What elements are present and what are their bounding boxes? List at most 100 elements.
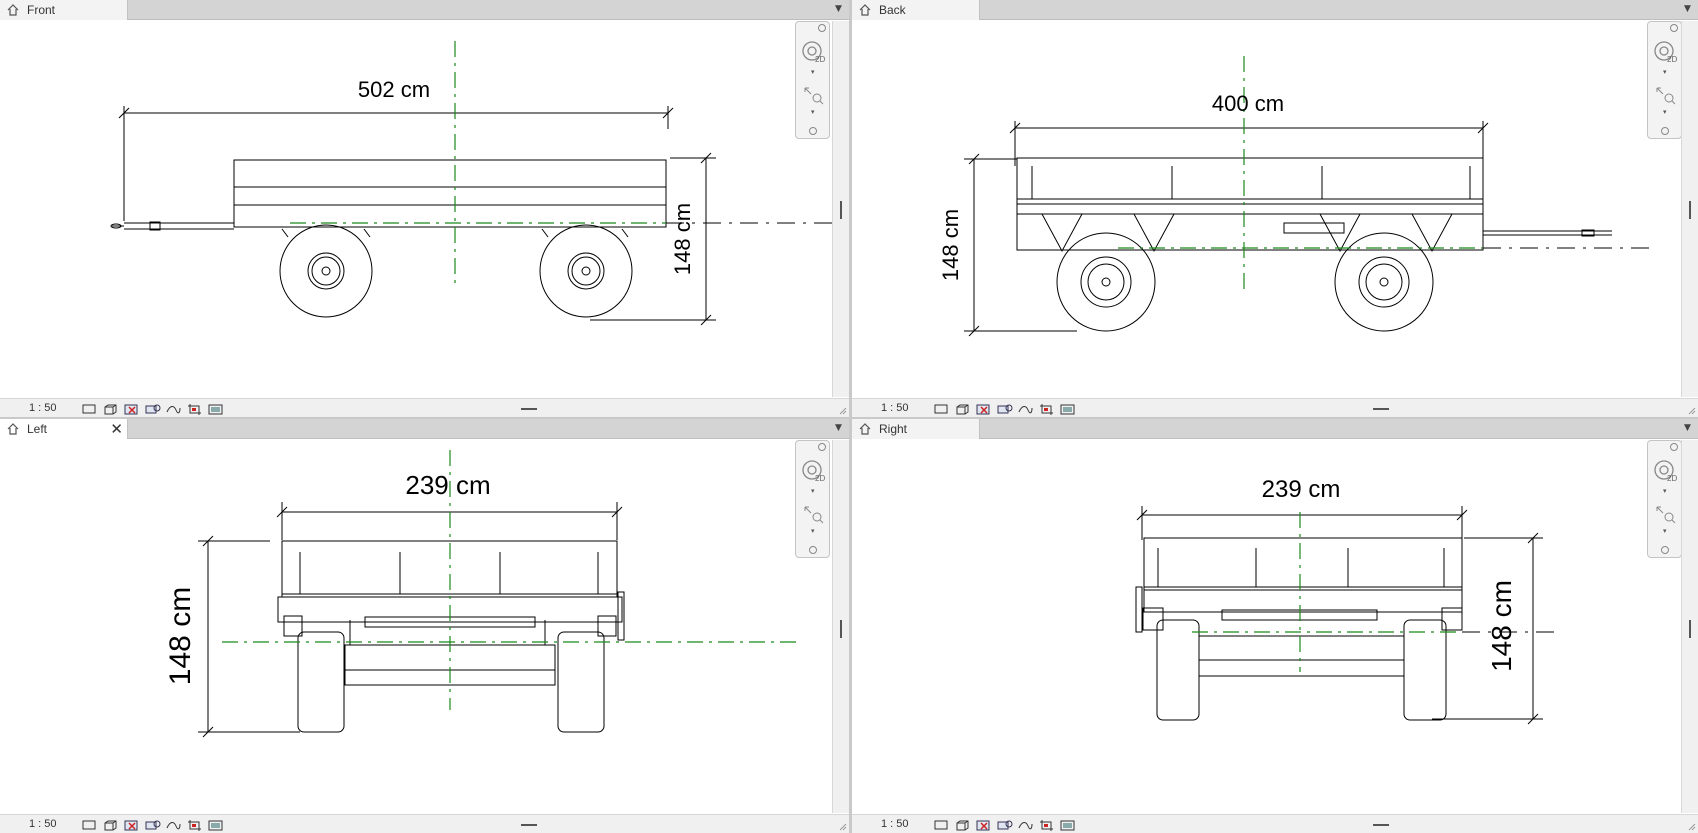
zoom-icon[interactable]: [803, 505, 825, 525]
show-crop-region-icon[interactable]: [186, 402, 203, 415]
viewport-menu-icon[interactable]: ▼: [835, 4, 845, 14]
options-icon[interactable]: [1661, 127, 1669, 135]
tab-bar: Right ▼: [852, 419, 1698, 439]
zoom-icon[interactable]: [803, 86, 825, 106]
close-icon[interactable]: [818, 24, 826, 32]
horizontal-scrollbar-thumb[interactable]: [521, 408, 537, 410]
close-icon[interactable]: [1670, 443, 1678, 451]
height-dimension-label: 148 cm: [670, 203, 695, 275]
temporary-hide-icon[interactable]: [207, 402, 224, 415]
view-control-icons: [933, 818, 1076, 831]
view-scale[interactable]: 1 : 50: [881, 818, 909, 830]
steering-wheel-icon[interactable]: 2D: [1653, 40, 1677, 64]
drawing-canvas[interactable]: 400 cm 148 cm: [852, 21, 1684, 397]
shadows-icon[interactable]: [996, 402, 1013, 414]
crop-view-icon[interactable]: [165, 818, 182, 830]
home-icon: [859, 423, 871, 435]
view-scale[interactable]: 1 : 50: [881, 402, 909, 414]
close-icon[interactable]: [818, 443, 826, 451]
tab-back[interactable]: Back: [852, 0, 980, 20]
chevron-down-icon[interactable]: ▾: [1663, 487, 1667, 495]
viewport-left[interactable]: Left ✕ ▼ 239 cm 148 cm 2D ▾ ▾ 1: 50: [0, 419, 849, 833]
temporary-hide-icon[interactable]: [1059, 818, 1076, 831]
close-tab-icon[interactable]: ✕: [110, 420, 123, 438]
options-icon[interactable]: [809, 546, 817, 554]
temporary-hide-icon[interactable]: [1059, 402, 1076, 415]
nav-2d-label: 2D: [1667, 55, 1677, 64]
visual-style-icon[interactable]: [102, 402, 119, 415]
view-control-icons: [81, 818, 224, 831]
view-control-bar: 1 : 50: [852, 398, 1698, 417]
chevron-down-icon[interactable]: ▾: [811, 108, 815, 116]
horizontal-scrollbar-thumb[interactable]: [1373, 408, 1389, 410]
temporary-hide-icon[interactable]: [207, 818, 224, 831]
drawing-canvas[interactable]: 239 cm 148 cm: [852, 440, 1684, 813]
chevron-down-icon[interactable]: ▾: [811, 527, 815, 535]
tab-right[interactable]: Right: [852, 419, 980, 439]
resize-grip-icon: [839, 407, 847, 415]
vertical-scrollbar[interactable]: [1681, 440, 1698, 813]
sun-path-icon[interactable]: [975, 402, 992, 415]
view-control-icons: [81, 402, 224, 415]
show-crop-region-icon[interactable]: [1038, 402, 1055, 415]
tab-left[interactable]: Left ✕: [0, 419, 128, 439]
visual-style-icon[interactable]: [954, 402, 971, 415]
view-scale[interactable]: 1 : 50: [29, 402, 57, 414]
shadows-icon[interactable]: [144, 402, 161, 414]
tab-label: Left: [27, 422, 48, 436]
detail-level-icon[interactable]: [933, 402, 950, 414]
viewport-menu-icon[interactable]: ▼: [1684, 4, 1694, 14]
horizontal-scrollbar-thumb[interactable]: [521, 824, 537, 826]
viewport-menu-icon[interactable]: ▼: [835, 423, 845, 433]
tab-front[interactable]: Front: [0, 0, 128, 20]
home-icon: [7, 4, 19, 16]
chevron-down-icon[interactable]: ▾: [1663, 527, 1667, 535]
steering-wheel-icon[interactable]: 2D: [801, 459, 825, 483]
crop-view-icon[interactable]: [1017, 818, 1034, 830]
chevron-down-icon[interactable]: ▾: [1663, 108, 1667, 116]
shadows-icon[interactable]: [996, 818, 1013, 830]
detail-level-icon[interactable]: [933, 818, 950, 830]
options-icon[interactable]: [809, 127, 817, 135]
show-crop-region-icon[interactable]: [186, 818, 203, 831]
steering-wheel-icon[interactable]: 2D: [801, 40, 825, 64]
nav-2d-label: 2D: [1667, 474, 1677, 483]
vertical-scrollbar[interactable]: [832, 440, 849, 813]
view-scale[interactable]: 1 : 50: [29, 818, 57, 830]
show-crop-region-icon[interactable]: [1038, 818, 1055, 831]
visual-style-icon[interactable]: [954, 818, 971, 831]
viewport-right[interactable]: Right ▼ 239 cm 148 cm 2D ▾ ▾ 1: 50: [852, 419, 1698, 833]
zoom-icon[interactable]: [1655, 86, 1677, 106]
steering-wheel-icon[interactable]: 2D: [1653, 459, 1677, 483]
drawing-canvas[interactable]: 502 cm 148 cm: [0, 21, 832, 397]
zoom-icon[interactable]: [1655, 505, 1677, 525]
vertical-scrollbar[interactable]: [1681, 21, 1698, 397]
options-icon[interactable]: [1661, 546, 1669, 554]
visual-style-icon[interactable]: [102, 818, 119, 831]
viewport-back[interactable]: Back ▼ 400 cm 148 cm 2D ▾ ▾ 1: 50: [852, 0, 1698, 417]
navigation-bar: 2D ▾ ▾: [1647, 440, 1682, 558]
detail-level-icon[interactable]: [81, 402, 98, 414]
chevron-down-icon[interactable]: ▾: [811, 487, 815, 495]
resize-grip-icon: [1688, 823, 1696, 831]
tab-label: Right: [879, 422, 908, 436]
sun-path-icon[interactable]: [123, 818, 140, 831]
horizontal-scrollbar-thumb[interactable]: [1373, 824, 1389, 826]
viewport-front[interactable]: Front ▼ 502 cm 148 cm 2D ▾ ▾ 1: 50: [0, 0, 849, 417]
drawing-canvas[interactable]: 239 cm 148 cm: [0, 440, 832, 813]
viewport-menu-icon[interactable]: ▼: [1684, 423, 1694, 433]
tab-label: Front: [27, 3, 56, 17]
crop-view-icon[interactable]: [165, 402, 182, 414]
close-icon[interactable]: [1670, 24, 1678, 32]
shadows-icon[interactable]: [144, 818, 161, 830]
height-dimension-label: 148 cm: [164, 587, 197, 685]
sun-path-icon[interactable]: [975, 818, 992, 831]
width-dimension-label: 239 cm: [1262, 476, 1341, 503]
detail-level-icon[interactable]: [81, 818, 98, 830]
crop-view-icon[interactable]: [1017, 402, 1034, 414]
sun-path-icon[interactable]: [123, 402, 140, 415]
tab-label: Back: [879, 3, 906, 17]
chevron-down-icon[interactable]: ▾: [811, 68, 815, 76]
chevron-down-icon[interactable]: ▾: [1663, 68, 1667, 76]
vertical-scrollbar[interactable]: [832, 21, 849, 397]
